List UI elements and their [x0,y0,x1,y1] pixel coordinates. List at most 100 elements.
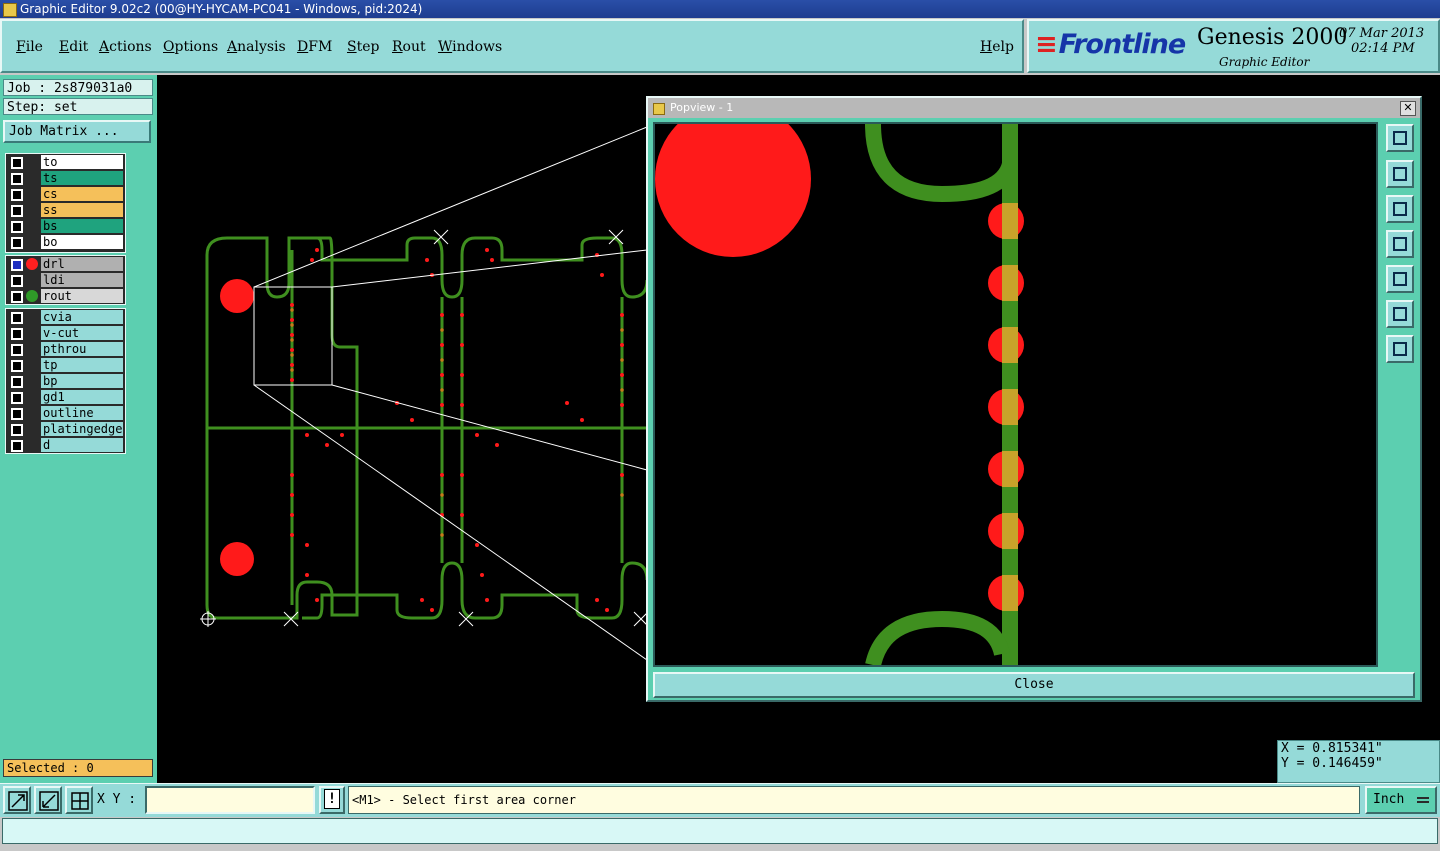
popview-canvas[interactable] [653,122,1378,667]
layer-row-rout[interactable]: rout [6,288,125,304]
layer-row-ss[interactable]: ss [6,202,125,218]
measure-button[interactable] [34,786,62,814]
layer-checkbox[interactable] [11,189,23,201]
layer-name[interactable]: pthrou [41,342,123,356]
layer-checkbox[interactable] [11,275,23,287]
board-layer-group: to ts cs ss bs bo [5,153,126,253]
layer-name[interactable]: ts [41,171,123,185]
job-matrix-button[interactable]: Job Matrix ... [3,120,151,143]
menu-help[interactable]: Help [980,39,1014,55]
popview-pan-right-button[interactable] [1386,265,1414,293]
layer-checkbox[interactable] [11,328,23,340]
layer-row-bs[interactable]: bs [6,218,125,234]
layer-checkbox[interactable] [11,291,23,303]
frontline-logo: ≡Frontline [1035,29,1186,60]
layer-name[interactable]: ss [41,203,123,217]
layer-name[interactable]: rout [41,289,123,303]
popview-pan-left-button[interactable] [1386,230,1414,258]
menu-options[interactable]: Options [163,39,218,55]
menu-dfm[interactable]: DFM [297,39,332,55]
window-title: Graphic Editor 9.02c2 (00@HY-HYCAM-PC041… [20,2,423,16]
layer-checkbox[interactable] [11,408,23,420]
layer-name[interactable]: cs [41,187,123,201]
menu-actions[interactable]: Actions [99,39,152,55]
layer-name[interactable]: cvia [41,310,123,324]
layer-row-gd1[interactable]: gd1 [6,389,125,405]
layer-checkbox[interactable] [11,157,23,169]
grid-button[interactable] [65,786,93,814]
layer-row-platingedge[interactable]: platingedge [6,421,125,437]
layer-row-bo[interactable]: bo [6,234,125,250]
popview-zoom-in-button[interactable] [1386,335,1414,363]
coordinate-readout: X = 0.815341" Y = 0.146459" [1277,740,1440,783]
xy-input[interactable] [145,786,315,814]
layer-row-cs[interactable]: cs [6,186,125,202]
layer-checkbox[interactable] [11,312,23,324]
zoom-area-button[interactable] [3,786,31,814]
menu-bar: File Edit Actions Options Analysis DFM S… [0,19,1024,73]
product-subtitle: Graphic Editor [1219,55,1310,69]
layer-row-tp[interactable]: tp [6,357,125,373]
layer-row-ts[interactable]: ts [6,170,125,186]
popview-close-icon[interactable]: ✕ [1400,101,1416,116]
layer-row-d[interactable]: d [6,437,125,453]
layer-row-drl[interactable]: drl [6,256,125,272]
units-value: Inch [1373,792,1405,807]
layer-checkbox[interactable] [11,360,23,372]
layer-name[interactable]: to [41,155,123,169]
layer-checkbox[interactable] [11,440,23,452]
menu-edit[interactable]: Edit [59,39,88,55]
misc-layer-group: cvia v-cut pthrou tp bp gd1 outline platingedge… [5,308,126,454]
layer-name[interactable]: gd1 [41,390,123,404]
layer-row-to[interactable]: to [6,154,125,170]
popview-pan-down-button[interactable] [1386,195,1414,223]
layer-name[interactable]: outline [41,406,123,420]
step-name: Step: set [3,98,153,115]
layer-row-bp[interactable]: bp [6,373,125,389]
layer-checkbox[interactable] [11,376,23,388]
window-title-bar: Graphic Editor 9.02c2 (00@HY-HYCAM-PC041… [0,0,1440,18]
layer-name[interactable]: bs [41,219,123,233]
layer-checkbox[interactable] [11,173,23,185]
layer-name[interactable]: platingedge [41,422,123,436]
popview-title-bar[interactable]: Popview - 1 ✕ [648,98,1420,118]
message-button[interactable]: ! [319,786,345,814]
layer-name[interactable]: v-cut [41,326,123,340]
layer-checkbox[interactable] [11,221,23,233]
popview-drawing [655,124,1024,665]
layer-row-outline[interactable]: outline [6,405,125,421]
layer-row-v-cut[interactable]: v-cut [6,325,125,341]
popview-title: Popview - 1 [670,101,734,114]
popview-close-button[interactable]: Close [653,672,1415,698]
units-selector[interactable]: Inch [1365,786,1437,814]
layer-name[interactable]: tp [41,358,123,372]
layer-name[interactable]: d [41,438,123,452]
popview-fit-button[interactable] [1386,124,1414,152]
layer-row-cvia[interactable]: cvia [6,309,125,325]
grid-icon [71,792,89,810]
menu-rout[interactable]: Rout [392,39,426,55]
popview-icon [653,103,665,115]
status-bar [2,818,1438,844]
menu-windows[interactable]: Windows [438,39,502,55]
layer-row-ldi[interactable]: ldi [6,272,125,288]
layer-checkbox[interactable] [11,237,23,249]
layer-panel: Job : 2s879031a0 Step: set Job Matrix ..… [0,75,157,783]
layer-checkbox[interactable] [11,392,23,404]
layer-name[interactable]: ldi [41,273,123,287]
layer-checkbox[interactable] [11,344,23,356]
layer-name[interactable]: drl [41,257,123,271]
popview-window: Popview - 1 ✕ Close [646,96,1422,702]
menu-step[interactable]: Step [347,39,379,55]
layer-checkbox[interactable] [11,205,23,217]
layer-checkbox[interactable] [11,424,23,436]
menu-file[interactable]: File [16,39,43,55]
layer-checkbox[interactable] [11,259,23,271]
layer-name[interactable]: bo [41,235,123,249]
menu-analysis[interactable]: Analysis [227,39,286,55]
popview-pan-up-button[interactable] [1386,160,1414,188]
layer-color-dot-icon [26,258,38,270]
layer-row-pthrou[interactable]: pthrou [6,341,125,357]
popview-zoom-out-button[interactable] [1386,300,1414,328]
layer-name[interactable]: bp [41,374,123,388]
